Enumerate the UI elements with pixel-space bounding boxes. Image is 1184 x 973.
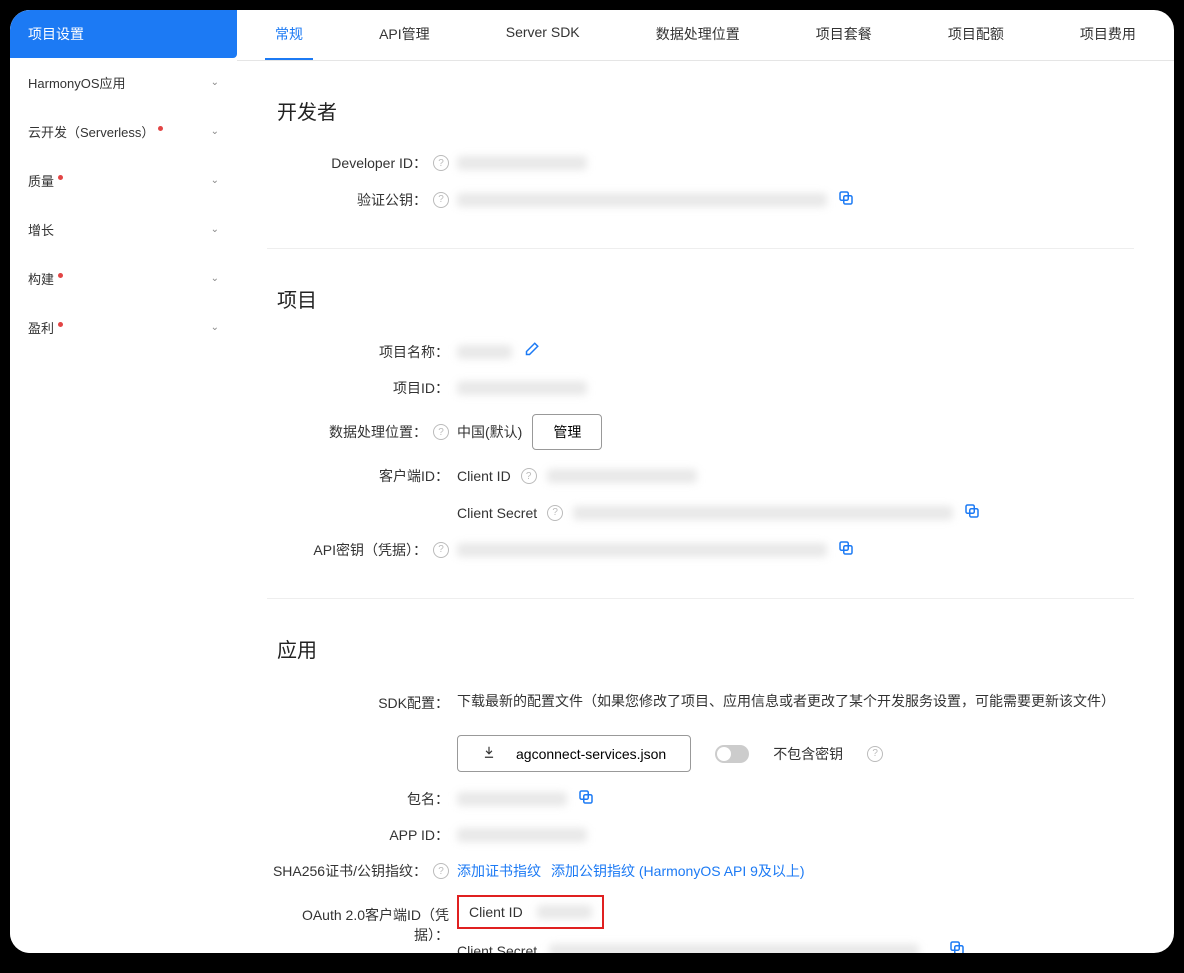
notification-dot — [58, 175, 63, 180]
project-id-label: 项目ID： — [393, 378, 449, 398]
redacted-value — [457, 828, 587, 842]
tab-api[interactable]: API管理 — [369, 10, 440, 60]
tab-quota[interactable]: 项目配额 — [938, 10, 1014, 60]
client-secret-text: Client Secret — [457, 505, 537, 521]
sdk-config-label: SDK配置： — [378, 693, 449, 713]
chevron-down-icon: ⌄ — [211, 126, 219, 137]
help-icon[interactable]: ? — [867, 746, 883, 762]
redacted-value — [457, 543, 827, 557]
redacted-value — [457, 156, 587, 170]
section-title: 开发者 — [267, 96, 1134, 125]
client-id-text: Client ID — [457, 468, 511, 484]
manage-button[interactable]: 管理 — [532, 414, 602, 450]
chevron-down-icon: ⌄ — [211, 322, 219, 333]
oauth-label: OAuth 2.0客户端ID（凭据）： — [267, 905, 449, 945]
sidebar-item-quality[interactable]: 质量 ⌄ — [10, 156, 237, 205]
sidebar-item-label: 构建 — [28, 272, 54, 287]
sidebar-item-build[interactable]: 构建 ⌄ — [10, 254, 237, 303]
copy-icon[interactable] — [948, 939, 966, 953]
add-cert-link[interactable]: 添加证书指纹 — [457, 861, 541, 881]
redacted-value — [537, 905, 592, 919]
add-pubkey-link[interactable]: 添加公钥指纹 (HarmonyOS API 9及以上) — [551, 861, 805, 881]
help-icon[interactable]: ? — [433, 542, 449, 558]
help-icon[interactable]: ? — [433, 192, 449, 208]
app-id-label: APP ID： — [389, 825, 449, 845]
copy-icon[interactable] — [577, 788, 595, 809]
tab-server-sdk[interactable]: Server SDK — [496, 10, 590, 60]
redacted-value — [457, 381, 587, 395]
redacted-value — [457, 792, 567, 806]
chevron-down-icon: ⌄ — [211, 175, 219, 186]
sidebar-item-label: HarmonyOS应用 — [28, 76, 126, 91]
help-icon[interactable]: ? — [433, 424, 449, 440]
section-project: 项目 项目名称： 项目ID： 数据处理位置：? 中国(默认) — [267, 249, 1134, 599]
section-developer: 开发者 Developer ID：? 验证公钥：? — [267, 61, 1134, 249]
chevron-down-icon: ⌄ — [211, 273, 219, 284]
notification-dot — [158, 126, 163, 131]
download-file-name: agconnect-services.json — [516, 746, 666, 762]
tab-general[interactable]: 常规 — [265, 10, 313, 60]
sidebar: 项目设置 HarmonyOS应用 ⌄ 云开发（Serverless） ⌄ 质量 … — [10, 10, 237, 953]
help-icon[interactable]: ? — [521, 468, 537, 484]
sidebar-item-profit[interactable]: 盈利 ⌄ — [10, 303, 237, 352]
notification-dot — [58, 322, 63, 327]
sdk-description: 下载最新的配置文件（如果您修改了项目、应用信息或者更改了某个开发服务设置，可能需… — [457, 691, 1115, 711]
section-title: 项目 — [267, 284, 1134, 313]
redacted-value — [549, 944, 919, 954]
oauth-client-id-text: Client ID — [469, 904, 523, 920]
redacted-value — [457, 193, 827, 207]
project-name-label: 项目名称： — [379, 342, 449, 362]
sha-label: SHA256证书/公钥指纹： — [273, 861, 427, 881]
chevron-down-icon: ⌄ — [211, 77, 219, 88]
data-location-value: 中国(默认) — [457, 422, 522, 442]
section-title: 应用 — [267, 634, 1134, 663]
redacted-value — [573, 506, 953, 520]
tab-billing[interactable]: 项目费用 — [1070, 10, 1146, 60]
download-config-button[interactable]: agconnect-services.json — [457, 735, 691, 772]
oauth-client-id-highlight: Client ID — [457, 895, 604, 929]
no-secret-label: 不包含密钥 — [773, 744, 843, 764]
sidebar-item-label: 云开发（Serverless） — [28, 125, 154, 140]
copy-icon[interactable] — [837, 539, 855, 560]
copy-icon[interactable] — [837, 189, 855, 210]
developer-id-label: Developer ID： — [331, 153, 427, 173]
help-icon[interactable]: ? — [433, 155, 449, 171]
client-id-label: 客户端ID： — [379, 466, 449, 486]
no-secret-toggle[interactable] — [715, 745, 749, 763]
notification-dot — [58, 273, 63, 278]
dot-separator: . — [931, 942, 935, 954]
tab-data-location[interactable]: 数据处理位置 — [646, 10, 750, 60]
sidebar-header[interactable]: 项目设置 — [10, 10, 237, 58]
tab-plan[interactable]: 项目套餐 — [806, 10, 882, 60]
main-content: 常规 API管理 Server SDK 数据处理位置 项目套餐 项目配额 项目费… — [237, 10, 1174, 953]
download-icon — [482, 745, 496, 762]
tab-bar: 常规 API管理 Server SDK 数据处理位置 项目套餐 项目配额 项目费… — [237, 10, 1174, 61]
copy-icon[interactable] — [963, 502, 981, 523]
sidebar-item-label: 增长 — [28, 223, 54, 238]
sidebar-item-harmonyos[interactable]: HarmonyOS应用 ⌄ — [10, 58, 237, 107]
api-key-label: API密钥（凭据）： — [313, 540, 427, 560]
help-icon[interactable]: ? — [433, 863, 449, 879]
redacted-value — [547, 469, 697, 483]
verify-key-label: 验证公钥： — [357, 190, 427, 210]
chevron-down-icon: ⌄ — [211, 224, 219, 235]
help-icon[interactable]: ? — [547, 505, 563, 521]
redacted-value — [457, 345, 512, 359]
sidebar-item-serverless[interactable]: 云开发（Serverless） ⌄ — [10, 107, 237, 156]
edit-icon[interactable] — [522, 341, 540, 362]
sidebar-item-label: 质量 — [28, 174, 54, 189]
oauth-client-secret-text: Client Secret — [457, 943, 537, 954]
package-label: 包名： — [407, 789, 449, 809]
section-app: 应用 SDK配置： 下载最新的配置文件（如果您修改了项目、应用信息或者更改了某个… — [267, 599, 1134, 953]
data-location-label: 数据处理位置： — [329, 422, 427, 442]
sidebar-item-label: 盈利 — [28, 321, 54, 336]
sidebar-item-growth[interactable]: 增长 ⌄ — [10, 205, 237, 254]
